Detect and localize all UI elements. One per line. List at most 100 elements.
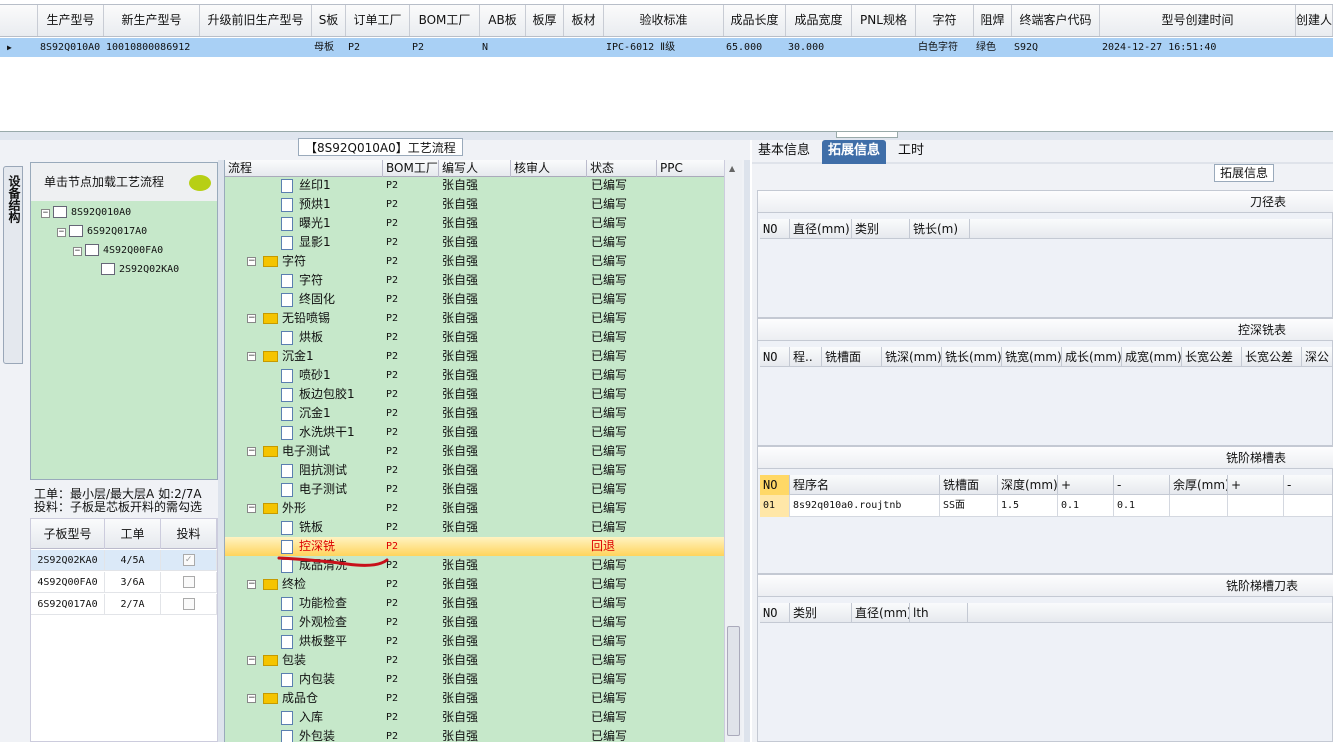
- flow-name-cell[interactable]: 无铅喷锡: [263, 309, 393, 328]
- flow-name-cell[interactable]: 电子测试: [265, 480, 395, 499]
- section-column-header[interactable]: 铣宽(mm): [1002, 347, 1062, 367]
- flow-row[interactable]: 喷砂1 P2 张自强 已编写: [225, 366, 725, 385]
- flow-row[interactable]: 字符 P2 张自强 已编写: [225, 271, 725, 290]
- flow-row[interactable]: 内包装 P2 张自强 已编写: [225, 670, 725, 689]
- feed-checkbox[interactable]: ✓: [182, 554, 195, 566]
- grid-cell[interactable]: 8S92Q010A0: [38, 38, 104, 57]
- section-column-header[interactable]: -: [1284, 475, 1333, 495]
- flow-row[interactable]: 显影1 P2 张自强 已编写: [225, 233, 725, 252]
- column-header[interactable]: 字符: [916, 5, 974, 36]
- grid-cell[interactable]: [852, 38, 916, 57]
- sub-model-cell[interactable]: 4S92Q00FA0: [31, 572, 105, 593]
- flow-name-cell[interactable]: 电子测试: [263, 442, 393, 461]
- sub-feed-cell[interactable]: [161, 572, 217, 593]
- tab-work-hours[interactable]: 工时: [892, 140, 930, 164]
- collapse-icon[interactable]: −: [247, 580, 256, 589]
- flow-name-cell[interactable]: 预烘1: [265, 195, 395, 214]
- section-column-header[interactable]: 长宽公差: [1242, 347, 1302, 367]
- column-header[interactable]: 成品长度: [724, 5, 786, 36]
- section-data-cell[interactable]: 1.5: [998, 495, 1058, 517]
- sub-order-cell[interactable]: 3/6A: [105, 572, 161, 593]
- flow-name-cell[interactable]: 内包装: [265, 670, 395, 689]
- section-column-header[interactable]: +: [1058, 475, 1114, 495]
- sub-column-header[interactable]: 工单: [105, 519, 161, 549]
- flow-row[interactable]: 阻抗测试 P2 张自强 已编写: [225, 461, 725, 480]
- column-header[interactable]: 成品宽度: [786, 5, 852, 36]
- column-header[interactable]: AB板: [480, 5, 526, 36]
- column-header[interactable]: 板材: [564, 5, 604, 36]
- flow-row[interactable]: 丝印1 P2 张自强 已编写: [225, 176, 725, 195]
- flow-row[interactable]: 外形 − P2 张自强 已编写: [225, 499, 725, 518]
- flow-row[interactable]: 电子测试 P2 张自强 已编写: [225, 480, 725, 499]
- flow-column-header[interactable]: 状态: [587, 160, 657, 177]
- grid-cell[interactable]: 2024-12-27 16:51:40: [1100, 38, 1296, 57]
- splitter-handle[interactable]: [836, 132, 898, 138]
- grid-cell[interactable]: P2: [410, 38, 480, 57]
- section-column-header[interactable]: 成宽(mm): [1122, 347, 1182, 367]
- flow-column-header[interactable]: 流程: [225, 160, 383, 177]
- section-column-header[interactable]: 铣槽面: [940, 475, 998, 495]
- tab-basic-info[interactable]: 基本信息: [752, 140, 816, 164]
- section-column-header[interactable]: 余厚(mm): [1170, 475, 1228, 495]
- sub-order-cell[interactable]: 2/7A: [105, 594, 161, 615]
- sub-model-cell[interactable]: 2S92Q02KA0: [31, 550, 105, 571]
- column-header[interactable]: 创建人: [1296, 5, 1333, 36]
- column-header[interactable]: 阻焊: [974, 5, 1012, 36]
- section-column-header[interactable]: 铣长(m): [910, 219, 970, 239]
- flow-row[interactable]: 铣板 P2 张自强 已编写: [225, 518, 725, 537]
- sub-board-row[interactable]: 4S92Q00FA0 3/6A: [31, 572, 217, 593]
- flow-name-cell[interactable]: 喷砂1: [265, 366, 395, 385]
- flow-row[interactable]: 外观检查 P2 张自强 已编写: [225, 613, 725, 632]
- flow-row[interactable]: 外包装 P2 张自强 已编写: [225, 727, 725, 742]
- flow-name-cell[interactable]: 水洗烘干1: [265, 423, 395, 442]
- section-column-header[interactable]: lth: [910, 603, 968, 623]
- section-data-cell[interactable]: 0.1: [1058, 495, 1114, 517]
- section-data-cell[interactable]: 8s92q010a0.roujtnb: [790, 495, 940, 517]
- flow-row[interactable]: 入库 P2 张自强 已编写: [225, 708, 725, 727]
- collapse-icon[interactable]: −: [247, 257, 256, 266]
- section-column-header[interactable]: 直径(mm): [790, 219, 852, 239]
- section-data-cell[interactable]: SS面: [940, 495, 998, 517]
- sub-order-cell[interactable]: 4/5A: [105, 550, 161, 571]
- flow-name-cell[interactable]: 曝光1: [265, 214, 395, 233]
- flow-name-cell[interactable]: 铣板: [265, 518, 395, 537]
- flow-row[interactable]: 沉金1 P2 张自强 已编写: [225, 404, 725, 423]
- section-data-cell[interactable]: 0.1: [1114, 495, 1170, 517]
- grid-cell[interactable]: 绿色: [974, 38, 1012, 57]
- flow-name-cell[interactable]: 阻抗测试: [265, 461, 395, 480]
- flow-name-cell[interactable]: 终检: [263, 575, 393, 594]
- flow-row[interactable]: 沉金1 − P2 张自强 已编写: [225, 347, 725, 366]
- flow-name-cell[interactable]: 入库: [265, 708, 395, 727]
- section-column-header[interactable]: 长宽公差: [1182, 347, 1242, 367]
- section-data-cell[interactable]: [1170, 495, 1228, 517]
- grid-cell[interactable]: 30.000: [786, 38, 852, 57]
- flow-name-cell[interactable]: 成品仓: [263, 689, 393, 708]
- section-data-row[interactable]: 01 8s92q010a0.roujtnb SS面 1.5 0.1 0.1: [760, 495, 1332, 517]
- grid-cell[interactable]: [1296, 38, 1333, 57]
- collapse-icon[interactable]: −: [247, 656, 256, 665]
- flow-name-cell[interactable]: 烘板: [265, 328, 395, 347]
- collapse-icon[interactable]: −: [247, 314, 256, 323]
- collapse-icon[interactable]: −: [247, 447, 256, 456]
- flow-row[interactable]: 终检 − P2 张自强 已编写: [225, 575, 725, 594]
- grid-cell[interactable]: S92Q: [1012, 38, 1100, 57]
- flow-row[interactable]: 烘板整平 P2 张自强 已编写: [225, 632, 725, 651]
- collapse-icon[interactable]: −: [247, 352, 256, 361]
- flow-column-header[interactable]: PPC: [657, 160, 725, 177]
- grid-cell[interactable]: P2: [346, 38, 410, 57]
- flow-row[interactable]: 终固化 P2 张自强 已编写: [225, 290, 725, 309]
- tree-node[interactable]: − 4S92Q00FA0: [73, 243, 163, 259]
- section-column-header[interactable]: 成长(mm): [1062, 347, 1122, 367]
- section-column-header[interactable]: 铣长(mm): [942, 347, 1002, 367]
- column-header[interactable]: 验收标准: [604, 5, 724, 36]
- collapse-icon[interactable]: −: [247, 694, 256, 703]
- section-data-cell[interactable]: [1284, 495, 1333, 517]
- flow-name-cell[interactable]: 丝印1: [265, 176, 395, 195]
- grid-cell[interactable]: N: [480, 38, 526, 57]
- sub-model-cell[interactable]: 6S92Q017A0: [31, 594, 105, 615]
- flow-column-header[interactable]: 核审人: [511, 160, 587, 177]
- flow-name-cell[interactable]: 外观检查: [265, 613, 395, 632]
- section-data-cell[interactable]: [1228, 495, 1284, 517]
- flow-name-cell[interactable]: 烘板整平: [265, 632, 395, 651]
- flow-row[interactable]: 预烘1 P2 张自强 已编写: [225, 195, 725, 214]
